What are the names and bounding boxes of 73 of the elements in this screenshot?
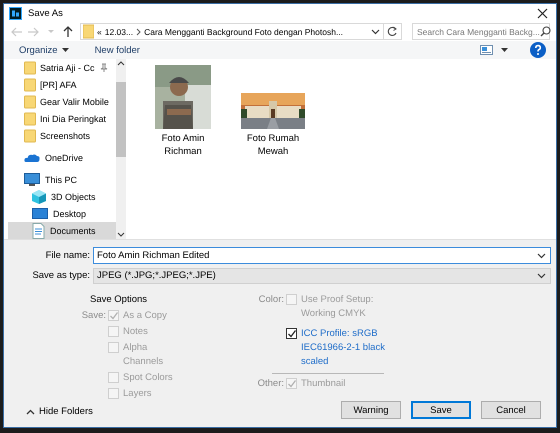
sidebar-item[interactable]: Desktop <box>8 205 116 222</box>
search-icon[interactable] <box>540 26 551 38</box>
checkbox-label: Thumbnail <box>301 377 346 392</box>
new-folder-button[interactable]: New folder <box>92 44 143 57</box>
folder-icon <box>24 128 36 143</box>
sidebar-item[interactable]: Screenshots <box>4 127 116 144</box>
file-type-dropdown[interactable]: JPEG (*.JPG;*.JPEG;*.JPE) <box>93 268 551 284</box>
check-icon <box>286 379 296 388</box>
path-segment[interactable]: Cara Mengganti Background Foto dengan Photosh... <box>144 26 344 37</box>
caret-icon <box>62 48 69 52</box>
organize-menu[interactable]: Organize <box>16 44 72 57</box>
path-segment[interactable]: 12.03... <box>104 26 134 37</box>
monitor-icon <box>24 172 40 187</box>
dropdown-caret-icon[interactable] <box>371 28 380 35</box>
document-icon <box>32 222 45 239</box>
checkbox-label: Use Proof Setup: Working CMYK <box>301 293 374 322</box>
sidebar-item[interactable]: Documents <box>8 222 116 240</box>
scroll-down-icon <box>117 232 125 238</box>
sidebar-item[interactable]: Gear Valir Mobile <box>4 93 116 110</box>
option-label: Other: <box>256 377 285 392</box>
section-heading: Save Options <box>90 293 148 308</box>
help-icon[interactable] <box>530 42 546 58</box>
dropdown-caret-icon <box>537 272 546 279</box>
up-arrow-icon[interactable] <box>62 25 74 38</box>
sidebar-item[interactable]: Satria Aji - Cc <box>4 59 116 76</box>
close-icon[interactable] <box>537 8 548 19</box>
sidebar-item[interactable]: This PC <box>4 171 116 188</box>
scroll-up-icon <box>117 61 125 66</box>
scrollbar[interactable] <box>116 59 126 240</box>
checkbox-label: Layers <box>123 387 152 402</box>
dialog-button[interactable]: Cancel <box>481 401 541 420</box>
dialog-button[interactable]: Save <box>411 401 471 420</box>
field-label: File name: <box>44 250 91 262</box>
chevron-icon <box>136 28 142 36</box>
field-label: Save as type: <box>31 270 91 282</box>
file-name[interactable]: Foto Amin Richman <box>153 132 213 158</box>
checkbox-label: Notes <box>123 325 148 340</box>
folder-icon <box>24 94 36 109</box>
hide-folders-button[interactable]: Hide Folders <box>26 406 93 418</box>
pin-icon <box>98 62 108 73</box>
checkbox-label: As a Copy <box>123 309 167 324</box>
overflow-chevrons[interactable]: « <box>97 26 102 37</box>
checkbox-label: ICC Profile: sRGB IEC61966-2-1 black scaled <box>301 327 386 370</box>
dialog-button[interactable]: Warning <box>341 401 401 420</box>
sidebar-item[interactable]: 3D Objects <box>8 188 116 206</box>
window-title: Save As <box>28 8 64 19</box>
view-icon[interactable] <box>480 45 493 56</box>
option-label: Save: <box>80 309 107 324</box>
file-name-field[interactable]: Foto Amin Richman Edited <box>93 247 551 264</box>
sidebar-item[interactable]: OneDrive <box>4 149 116 166</box>
refresh-icon[interactable] <box>387 26 398 38</box>
checkbox-label: Spot Colors <box>123 371 173 386</box>
check-icon <box>108 311 118 320</box>
folder-icon <box>24 78 36 92</box>
checkbox[interactable] <box>286 328 297 340</box>
sidebar-item[interactable]: Ini Dia Peringkat <box>4 110 116 128</box>
search-placeholder: Search Cara Mengganti Backg... <box>417 26 540 37</box>
check-icon <box>286 329 296 338</box>
search-field[interactable]: Search Cara Mengganti Backg... <box>412 23 550 40</box>
dropdown-caret-icon <box>537 253 546 260</box>
address-bar[interactable]: « 12.03... Cara Mengganti Background Foto dengan Photosh... <box>80 23 402 40</box>
folder-icon <box>24 112 36 126</box>
caret-icon <box>26 408 35 415</box>
option-label: Color: <box>258 293 285 308</box>
checkbox-label: Alpha Channels <box>123 341 164 370</box>
folder-icon <box>24 60 36 75</box>
sidebar-item[interactable]: [PR] AFA <box>4 76 116 94</box>
caret-icon[interactable] <box>501 48 508 52</box>
file-name[interactable]: Foto Rumah Mewah <box>243 132 303 158</box>
cube-icon <box>32 190 46 204</box>
desktop-icon <box>32 207 48 220</box>
folder-icon <box>83 24 94 40</box>
app-icon <box>9 6 22 20</box>
